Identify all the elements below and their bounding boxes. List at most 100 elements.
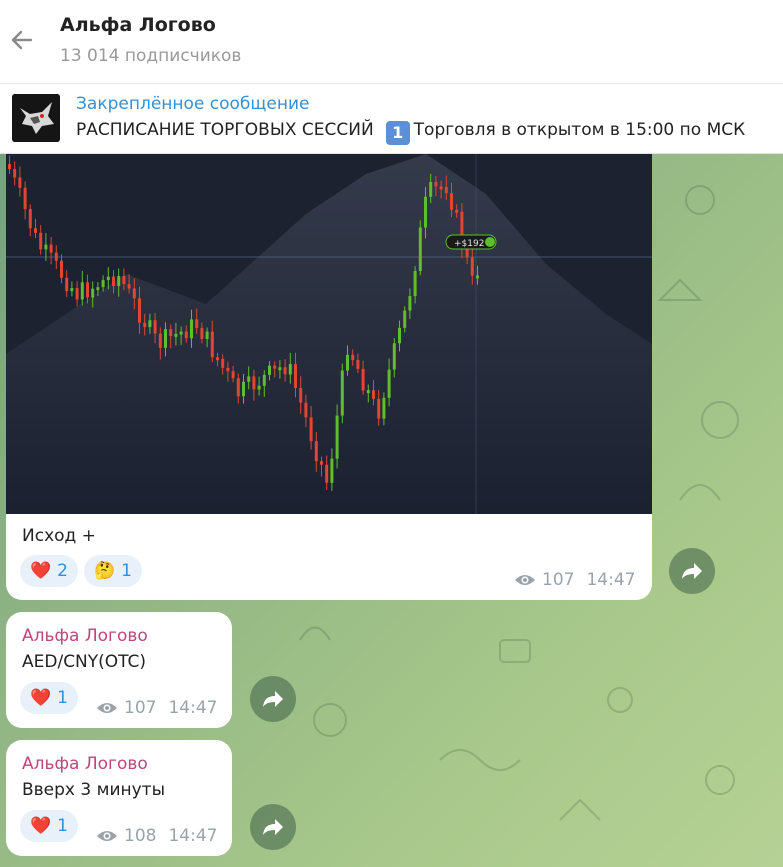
candle-body <box>346 354 349 371</box>
candle-body <box>210 331 214 358</box>
view-count: 107 <box>124 698 157 718</box>
reaction-heart[interactable]: ❤️ 1 <box>20 682 78 714</box>
candle-body <box>283 367 287 375</box>
profit-badge: +$192 <box>445 234 497 250</box>
candle-body <box>164 329 167 348</box>
candle-body <box>70 288 74 292</box>
candle-body <box>18 177 22 188</box>
candle-body <box>403 310 407 328</box>
message-meta: 107 14:47 <box>514 570 635 590</box>
candle-body <box>335 415 339 459</box>
message-time: 14:47 <box>586 570 636 590</box>
sender-name[interactable]: Альфа Логово <box>22 754 148 774</box>
message-time: 14:47 <box>168 698 218 718</box>
pinned-text: РАСПИСАНИЕ ТОРГОВЫХ СЕССИЙ 1 Торговля в от… <box>76 120 745 145</box>
candle-body <box>470 257 474 276</box>
candle-body <box>444 187 448 194</box>
candle-body <box>372 390 375 399</box>
candle-body <box>13 169 17 178</box>
candle-body <box>91 288 95 298</box>
candle-body <box>450 193 453 210</box>
candle-body <box>418 227 422 272</box>
heart-icon: ❤️ <box>30 688 52 708</box>
candle-body <box>247 376 251 382</box>
candle-body <box>158 333 162 348</box>
candle-body <box>205 331 209 339</box>
wolf-logo-icon <box>12 94 60 142</box>
candle-body <box>101 280 105 288</box>
pinned-text-part2: Торговля в открытом в 15:00 по МСК <box>413 120 746 140</box>
message-text: Вверх 3 минуты <box>22 780 165 800</box>
candle-body <box>96 287 100 291</box>
share-button[interactable] <box>250 676 296 722</box>
candle-body <box>106 276 110 281</box>
profit-badge-text: +$192 <box>454 239 484 249</box>
view-count: 107 <box>542 570 575 590</box>
candle-body <box>112 276 115 287</box>
candle-body <box>200 327 204 339</box>
candle-body <box>75 288 79 300</box>
candle-body <box>44 244 48 250</box>
candle-body <box>8 164 11 170</box>
share-arrow-icon <box>263 819 283 835</box>
candle-body <box>304 402 308 418</box>
candle-body <box>179 331 183 335</box>
candle-body <box>127 284 131 289</box>
reaction-thinking[interactable]: 🤔 1 <box>84 555 142 587</box>
candle-body <box>361 368 365 391</box>
candle-body <box>221 358 225 368</box>
reactions-row: ❤️ 2 🤔 1 <box>20 555 142 587</box>
reactions-row: ❤️ 1 <box>20 682 78 714</box>
candle-body <box>476 275 479 279</box>
candle-body <box>34 228 37 233</box>
candle-body <box>184 331 188 339</box>
pinned-text-part1: РАСПИСАНИЕ ТОРГОВЫХ СЕССИЙ <box>76 120 374 140</box>
candle-body <box>330 458 334 483</box>
candle-body <box>387 369 391 398</box>
reaction-heart[interactable]: ❤️ 1 <box>20 810 78 842</box>
pinned-message-bar[interactable]: Закреплённое сообщение РАСПИСАНИЕ ТОРГОВ… <box>0 84 783 154</box>
share-button[interactable] <box>669 548 715 594</box>
reaction-heart[interactable]: ❤️ 2 <box>20 555 78 587</box>
message-meta: 108 14:47 <box>96 826 217 846</box>
sender-name[interactable]: Альфа Логово <box>22 626 148 646</box>
candle-body <box>28 208 32 229</box>
eye-icon <box>97 703 117 713</box>
candle-body <box>413 271 417 297</box>
candle-body <box>195 319 199 328</box>
message-caption: Исход + <box>22 526 96 546</box>
candle-body <box>455 209 459 213</box>
channel-title[interactable]: Альфа Логово <box>60 14 216 36</box>
reaction-count: 1 <box>57 816 68 836</box>
candle-body <box>408 296 412 311</box>
candle-body <box>252 376 256 390</box>
pinned-title: Закреплённое сообщение <box>76 94 310 114</box>
share-button[interactable] <box>250 804 296 850</box>
share-arrow-icon <box>263 691 283 707</box>
chart-image[interactable]: +$192 <box>6 154 652 514</box>
candle-body <box>309 417 313 442</box>
reaction-count: 1 <box>57 688 68 708</box>
candle-body <box>439 186 443 190</box>
candle-body <box>273 365 277 369</box>
candle-body <box>132 288 136 299</box>
message-bubble-chart: +$192 Исход + ❤️ 2 🤔 1 107 14:47 <box>6 154 652 600</box>
candle-body <box>294 364 297 388</box>
candle-body <box>288 364 292 375</box>
back-button[interactable] <box>6 24 38 56</box>
reactions-row: ❤️ 1 <box>20 810 78 842</box>
heart-icon: ❤️ <box>30 816 52 836</box>
candle-body <box>424 196 427 228</box>
pinned-thumbnail <box>12 94 60 142</box>
candle-body <box>190 319 193 339</box>
candle-body <box>382 397 386 419</box>
candle-body <box>268 365 271 375</box>
candle-body <box>122 276 126 285</box>
candle-body <box>398 327 401 344</box>
candle-body <box>23 187 27 209</box>
message-text: AED/CNY(OTC) <box>22 652 147 672</box>
keycap-one-icon: 1 <box>385 121 410 145</box>
candle-body <box>86 282 89 298</box>
candle-body <box>143 322 147 328</box>
candlestick-chart: +$192 <box>6 154 652 514</box>
